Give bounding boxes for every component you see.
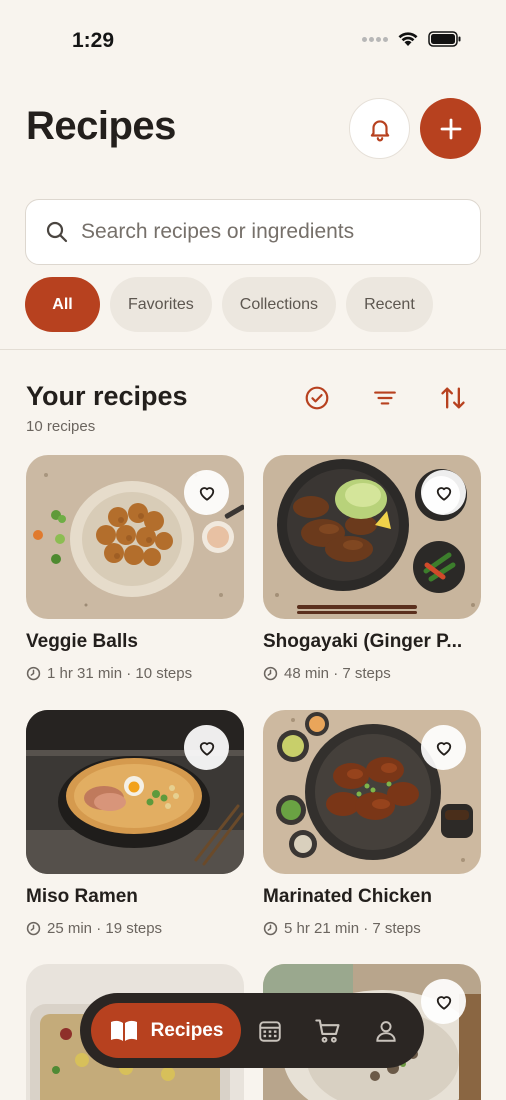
- bottom-tab-bar: Recipes: [80, 993, 424, 1068]
- search-input[interactable]: [81, 220, 461, 244]
- clock-icon: [26, 666, 41, 681]
- sort-button[interactable]: [437, 382, 469, 414]
- check-circle-icon: [305, 386, 329, 410]
- recipe-count: 10 recipes: [26, 418, 96, 435]
- tab-recipes-label: Recipes: [150, 1019, 224, 1041]
- battery-icon: [428, 31, 461, 47]
- calendar-icon: [259, 1020, 281, 1042]
- bell-icon: [370, 119, 389, 141]
- favorite-button[interactable]: [421, 725, 466, 770]
- recipe-meta: 25 min · 19 steps: [26, 920, 244, 937]
- recipe-meta-text: 48 min · 7 steps: [284, 665, 391, 682]
- plus-icon: [440, 118, 461, 139]
- section-title: Your recipes: [26, 381, 188, 411]
- search-icon: [45, 220, 69, 244]
- recipe-image: [263, 710, 481, 874]
- notifications-button[interactable]: [349, 98, 410, 159]
- filter-chip-recent[interactable]: Recent: [346, 277, 433, 332]
- status-bar: 1:29: [0, 0, 506, 84]
- tab-meal-plan[interactable]: [241, 1003, 299, 1058]
- clock-icon: [26, 921, 41, 936]
- recipe-meta: 1 hr 31 min · 10 steps: [26, 665, 244, 682]
- book-icon: [110, 1020, 137, 1041]
- heart-icon: [436, 995, 451, 1010]
- user-icon: [376, 1020, 396, 1042]
- divider: [0, 349, 506, 350]
- filter-icon: [374, 391, 396, 405]
- clock-icon: [263, 921, 278, 936]
- favorite-button[interactable]: [421, 470, 466, 515]
- select-button[interactable]: [301, 382, 333, 414]
- tab-recipes[interactable]: Recipes: [91, 1003, 241, 1058]
- filter-chip-favorites[interactable]: Favorites: [110, 277, 212, 332]
- clock-icon: [263, 666, 278, 681]
- sort-icon: [441, 387, 465, 409]
- tab-profile[interactable]: [357, 1003, 415, 1058]
- favorite-button[interactable]: [184, 725, 229, 770]
- recipe-title: Marinated Chicken: [263, 886, 432, 907]
- recipe-image: [26, 710, 244, 874]
- recipe-image: [26, 455, 244, 619]
- favorite-button[interactable]: [421, 979, 466, 1024]
- add-recipe-button[interactable]: [420, 98, 481, 159]
- status-time: 1:29: [72, 29, 115, 52]
- recipe-card[interactable]: Miso Ramen 25 min · 19 steps: [26, 710, 244, 937]
- recipe-meta-text: 5 hr 21 min · 7 steps: [284, 920, 421, 937]
- page-title: Recipes: [26, 104, 176, 148]
- recipe-card[interactable]: Veggie Balls 1 hr 31 min · 10 steps: [26, 455, 244, 682]
- tab-shopping[interactable]: [299, 1003, 357, 1058]
- search-bar[interactable]: [25, 199, 481, 265]
- signal-icon: [362, 36, 388, 42]
- recipe-title: Veggie Balls: [26, 631, 138, 652]
- heart-icon: [436, 486, 451, 501]
- heart-icon: [199, 741, 214, 756]
- status-indicators: [362, 31, 462, 47]
- recipe-title: Shogayaki (Ginger P...: [263, 631, 463, 652]
- recipe-meta: 48 min · 7 steps: [263, 665, 481, 682]
- filter-chip-all[interactable]: All: [25, 277, 100, 332]
- filter-chips: All Favorites Collections Recent: [25, 277, 433, 332]
- recipe-image: [263, 455, 481, 619]
- favorite-button[interactable]: [184, 470, 229, 515]
- recipe-card[interactable]: Marinated Chicken 5 hr 21 min · 7 steps: [263, 710, 481, 937]
- recipe-card[interactable]: Shogayaki (Ginger P... 48 min · 7 steps: [263, 455, 481, 682]
- heart-icon: [199, 486, 214, 501]
- filter-button[interactable]: [369, 382, 401, 414]
- recipe-title: Miso Ramen: [26, 886, 138, 907]
- wifi-icon: [398, 32, 418, 46]
- filter-chip-collections[interactable]: Collections: [221, 277, 337, 332]
- recipe-meta-text: 1 hr 31 min · 10 steps: [47, 665, 193, 682]
- recipe-meta: 5 hr 21 min · 7 steps: [263, 920, 481, 937]
- cart-icon: [315, 1018, 340, 1043]
- heart-icon: [436, 741, 451, 756]
- recipe-meta-text: 25 min · 19 steps: [47, 920, 163, 937]
